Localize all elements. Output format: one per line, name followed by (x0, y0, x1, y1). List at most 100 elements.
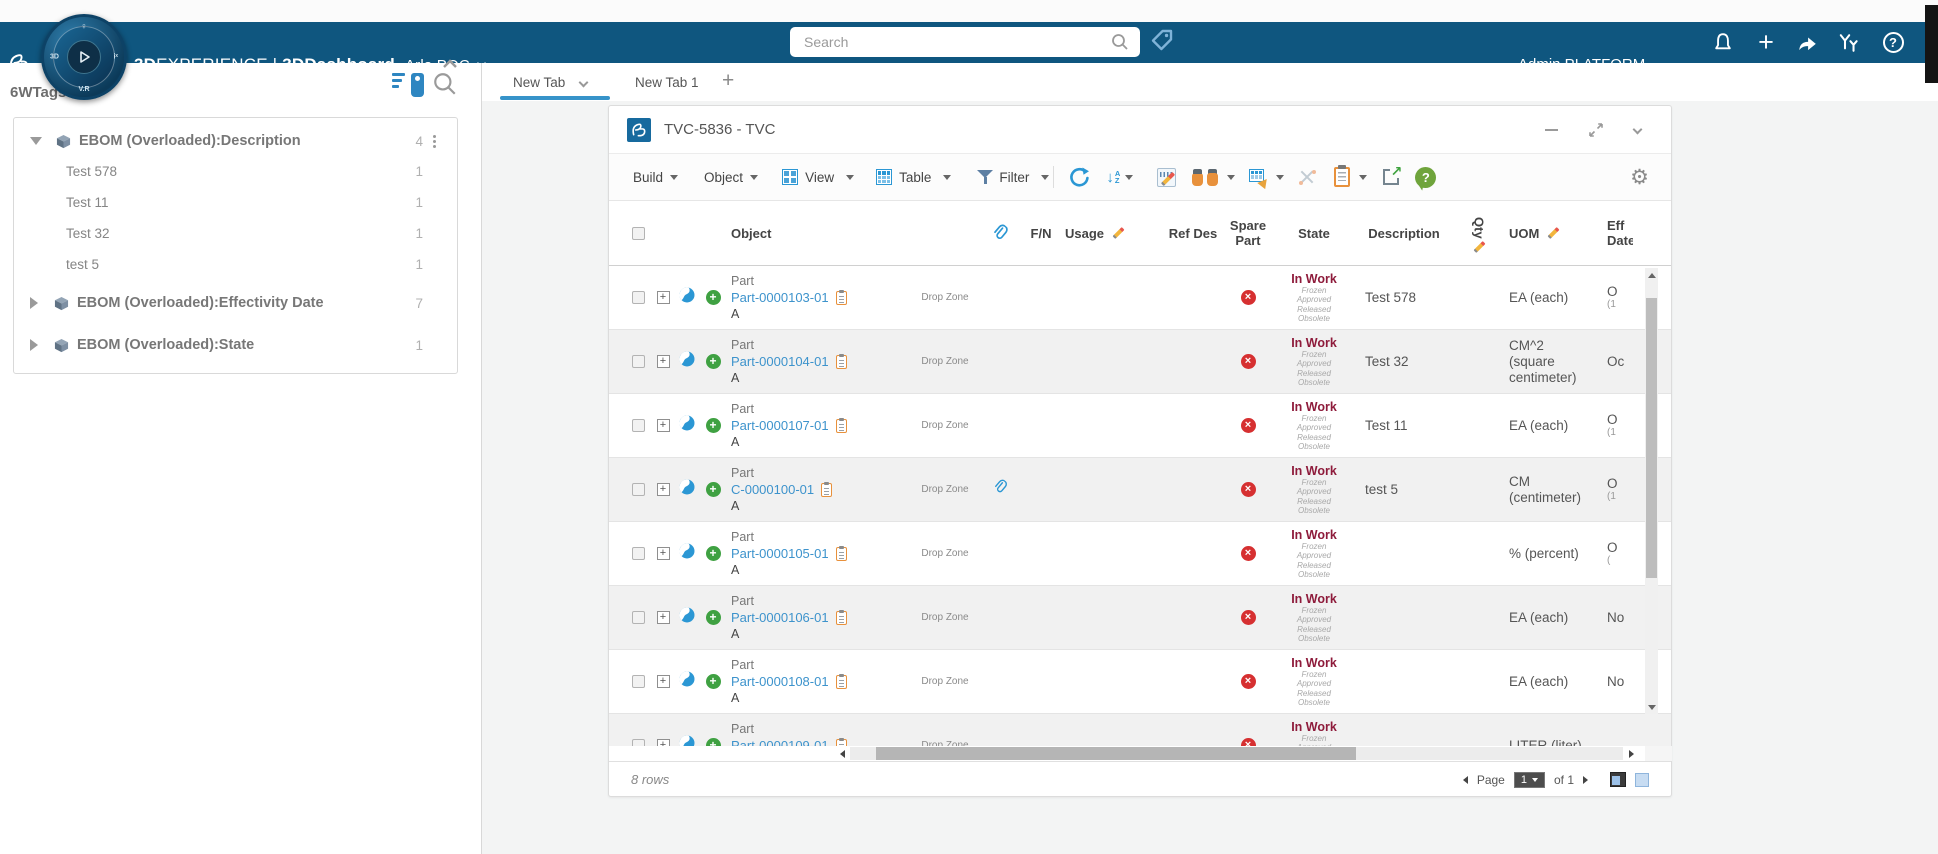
world-navigate-icon[interactable] (679, 479, 695, 500)
world-navigate-icon[interactable] (679, 735, 695, 746)
object-link[interactable]: Part-0000107-01 (731, 417, 829, 434)
object-clipboard-icon[interactable] (836, 675, 847, 689)
notifications-icon[interactable] (1709, 22, 1737, 63)
object-clipboard-icon[interactable] (836, 291, 847, 305)
row-checkbox[interactable] (632, 355, 645, 368)
expand-icon[interactable]: + (657, 355, 670, 368)
kebab-menu-icon[interactable] (423, 135, 445, 148)
add-part-icon[interactable]: + (706, 610, 721, 625)
select-all-checkbox[interactable] (632, 227, 645, 240)
vertical-scrollbar[interactable] (1645, 268, 1658, 714)
search-input[interactable] (804, 34, 1110, 50)
tag-item[interactable]: Test 111 (14, 187, 457, 218)
row-checkbox[interactable] (632, 611, 645, 624)
menu-table[interactable]: Table (876, 169, 951, 185)
object-link[interactable]: Part-0000108-01 (731, 673, 829, 690)
help-button[interactable]: ? (1415, 167, 1436, 188)
dropzone-cell[interactable]: Drop Zone (907, 676, 983, 687)
expand-icon[interactable]: + (657, 291, 670, 304)
scroll-right-icon[interactable] (1623, 746, 1639, 761)
expand-icon[interactable]: + (657, 611, 670, 624)
col-fn[interactable]: F/N (1019, 226, 1063, 241)
scroll-up-icon[interactable] (1645, 268, 1658, 282)
menu-filter[interactable]: Filter (977, 169, 1049, 185)
col-object[interactable]: Object (727, 226, 907, 241)
col-refdes[interactable]: Ref Des (1167, 226, 1219, 241)
world-navigate-icon[interactable] (679, 671, 695, 692)
add-part-icon[interactable]: + (706, 290, 721, 305)
expand-icon[interactable]: + (657, 739, 670, 746)
col-eff-date[interactable]: Eff Date (1593, 218, 1633, 248)
world-navigate-icon[interactable] (679, 415, 695, 436)
col-uom[interactable]: UOM (1501, 226, 1593, 241)
dropzone-cell[interactable]: Drop Zone (907, 292, 983, 303)
horizontal-scrollbar[interactable] (609, 746, 1645, 761)
expand-icon[interactable]: + (657, 547, 670, 560)
clipboard-button[interactable] (1334, 167, 1367, 187)
horizontal-scroll-track[interactable] (850, 747, 1623, 760)
tag-search-icon[interactable] (432, 71, 458, 102)
object-link[interactable]: Part-0000103-01 (731, 289, 829, 306)
object-link[interactable]: Part-0000106-01 (731, 609, 829, 626)
refresh-button[interactable] (1068, 166, 1090, 188)
col-usage[interactable]: Usage (1063, 226, 1167, 241)
horizontal-scroll-thumb[interactable] (876, 747, 1356, 760)
dropzone-cell[interactable]: Drop Zone (907, 484, 983, 495)
tag-item[interactable]: Test 321 (14, 218, 457, 249)
object-clipboard-icon[interactable] (836, 739, 847, 747)
col-qty[interactable]: Qty (1457, 217, 1501, 249)
paged-view-icon[interactable] (1610, 772, 1626, 787)
menu-view[interactable]: View (782, 169, 854, 185)
scroll-down-icon[interactable] (1645, 700, 1658, 714)
select-in-table-button[interactable] (1249, 169, 1284, 185)
6wtags-toggle-icon[interactable] (1150, 28, 1174, 57)
chevron-collapsed-icon[interactable] (30, 339, 38, 351)
add-content-icon[interactable]: + (1752, 22, 1780, 63)
next-page-icon[interactable] (1583, 776, 1588, 784)
prev-page-icon[interactable] (1463, 776, 1468, 784)
tag-group[interactable]: EBOM (Overloaded):State1 (14, 330, 457, 360)
share-icon[interactable] (1793, 22, 1821, 63)
dropzone-cell[interactable]: Drop Zone (907, 356, 983, 367)
help-icon[interactable]: ? (1879, 22, 1907, 63)
mass-edit-button[interactable] (1157, 168, 1176, 187)
paperclip-icon[interactable] (994, 480, 1009, 500)
search-icon[interactable] (1110, 32, 1130, 52)
tag-filter-icon[interactable] (392, 73, 424, 101)
chevron-collapsed-icon[interactable] (30, 297, 38, 309)
3dcompass[interactable]: ♀ 3D iˣ V.R (41, 14, 127, 100)
row-checkbox[interactable] (632, 483, 645, 496)
expand-icon[interactable]: + (657, 675, 670, 688)
object-link[interactable]: C-0000100-01 (731, 481, 814, 498)
chevron-expanded-icon[interactable] (30, 137, 42, 145)
row-checkbox[interactable] (632, 547, 645, 560)
add-part-icon[interactable]: + (706, 354, 721, 369)
object-clipboard-icon[interactable] (836, 355, 847, 369)
add-part-icon[interactable]: + (706, 674, 721, 689)
dropzone-cell[interactable]: Drop Zone (907, 420, 983, 431)
row-checkbox[interactable] (632, 675, 645, 688)
col-attachments[interactable] (983, 225, 1019, 242)
object-link[interactable]: Part-0000105-01 (731, 545, 829, 562)
widget-menu-chevron-icon[interactable] (1633, 125, 1643, 135)
col-description[interactable]: Description (1351, 226, 1457, 241)
add-tab-button[interactable]: + (722, 63, 734, 101)
object-clipboard-icon[interactable] (836, 547, 847, 561)
dropzone-cell[interactable]: Drop Zone (907, 548, 983, 559)
page-select[interactable]: 1 (1514, 772, 1545, 788)
object-link[interactable]: Part-0000104-01 (731, 353, 829, 370)
disconnect-button[interactable] (1298, 168, 1316, 186)
row-checkbox[interactable] (632, 419, 645, 432)
add-part-icon[interactable]: + (706, 738, 721, 746)
full-view-icon[interactable] (1635, 773, 1649, 787)
maximize-widget-icon[interactable] (1588, 122, 1604, 138)
object-clipboard-icon[interactable] (836, 611, 847, 625)
dropzone-cell[interactable]: Drop Zone (907, 612, 983, 623)
tag-item[interactable]: test 51 (14, 249, 457, 280)
col-state[interactable]: State (1277, 226, 1351, 241)
add-part-icon[interactable]: + (706, 482, 721, 497)
add-part-icon[interactable]: + (706, 418, 721, 433)
export-button[interactable]: ↗ (1383, 169, 1399, 185)
community-icon[interactable] (1834, 22, 1862, 63)
tag-item[interactable]: Test 5781 (14, 156, 457, 187)
